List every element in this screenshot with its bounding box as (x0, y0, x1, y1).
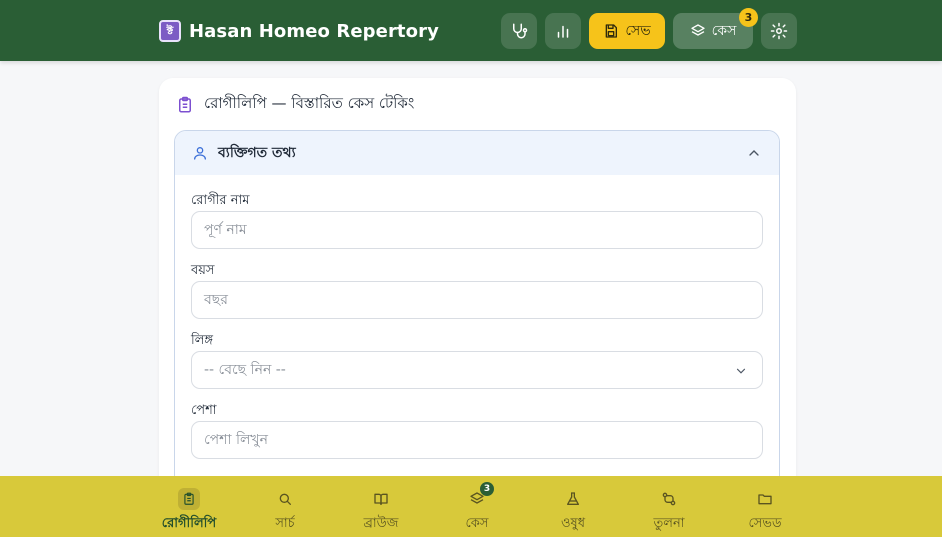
case-taking-card: রোগীলিপি — বিস্তারিত কেস টেকিং ব্যক্তিগত… (159, 78, 796, 518)
search-icon (274, 488, 296, 510)
bar-chart-icon (557, 25, 569, 38)
save-icon (605, 24, 618, 38)
nav-label: ওষুধ (560, 516, 586, 531)
case-nav-badge: 3 (480, 482, 494, 496)
case-count-badge: 3 (739, 8, 758, 27)
stethoscope-icon (513, 23, 528, 39)
book-icon (370, 488, 392, 510)
nav-item-compare[interactable]: তুলনা (621, 476, 717, 537)
nav-item-browse[interactable]: ব্রাউজ (333, 476, 429, 537)
nav-label: তুলনা (653, 516, 685, 531)
age-label: বয়স (191, 263, 215, 278)
nav-item-case[interactable]: 3 কেস (429, 476, 525, 537)
age-input[interactable]: বছর (191, 281, 763, 319)
layers-icon: 3 (466, 482, 494, 510)
gear-icon (770, 22, 788, 40)
occupation-input[interactable]: পেশা লিখুন (191, 421, 763, 459)
nav-item-medicine[interactable]: ওষুধ (525, 476, 621, 537)
occupation-label: পেশা (191, 403, 217, 418)
gender-selected-value: -- বেছে নিন -- (204, 362, 286, 378)
layers-icon (690, 24, 705, 36)
brand[interactable]: ক্ট Hasan Homeo Repertory (159, 20, 439, 42)
user-icon (194, 147, 206, 160)
stats-button[interactable] (545, 13, 581, 49)
folder-icon (754, 488, 776, 510)
section-title: ব্যক্তিগত তথ্য (218, 145, 296, 161)
nav-label: সার্চ (275, 516, 295, 531)
nav-label: সেভড (748, 516, 782, 531)
nav-label: কেস (465, 516, 489, 531)
patient-name-input[interactable]: পূর্ণ নাম (191, 211, 763, 249)
nav-label: রোগীলিপি (161, 516, 217, 531)
bottom-nav: রোগীলিপি সার্চ ব্রাউজ 3 কেস ওষুধ তুলনা স… (0, 476, 942, 537)
card-header: রোগীলিপি — বিস্তারিত কেস টেকিং (176, 92, 414, 117)
save-button-label: সেভ (625, 23, 651, 39)
flask-icon (562, 488, 584, 510)
personal-info-section: ব্যক্তিগত তথ্য রোগীর নাম পূর্ণ নাম বয়স … (174, 130, 780, 518)
nav-item-patient-record[interactable]: রোগীলিপি (141, 476, 237, 537)
occupation-placeholder: পেশা লিখুন (204, 432, 268, 448)
patient-name-label: রোগীর নাম (191, 193, 250, 208)
clipboard-icon (179, 96, 191, 112)
gender-select[interactable]: -- বেছে নিন -- (191, 351, 763, 389)
chevron-up-icon[interactable] (746, 145, 762, 161)
case-button-label: কেস (711, 23, 737, 39)
stethoscope-button[interactable] (501, 13, 537, 49)
app-title: Hasan Homeo Repertory (189, 20, 439, 42)
age-placeholder: বছর (204, 292, 228, 308)
settings-button[interactable] (761, 13, 797, 49)
personal-info-header[interactable]: ব্যক্তিগত তথ্য (175, 131, 779, 175)
save-button[interactable]: সেভ (589, 13, 665, 49)
card-title: রোগীলিপি — বিস্তারিত কেস টেকিং (204, 94, 415, 112)
gender-label: লিঙ্গ (191, 333, 214, 348)
top-bar: ক্ট Hasan Homeo Repertory সেভ কেস 3 (0, 0, 942, 61)
clipboard-icon (178, 488, 200, 510)
compare-icon (658, 488, 680, 510)
nav-item-search[interactable]: সার্চ (237, 476, 333, 537)
patient-name-placeholder: পূর্ণ নাম (204, 222, 247, 238)
chevron-down-icon (736, 368, 746, 374)
nav-item-saved[interactable]: সেভড (717, 476, 813, 537)
nav-label: ব্রাউজ (363, 516, 399, 531)
app-logo-icon: ক্ট (159, 20, 181, 42)
